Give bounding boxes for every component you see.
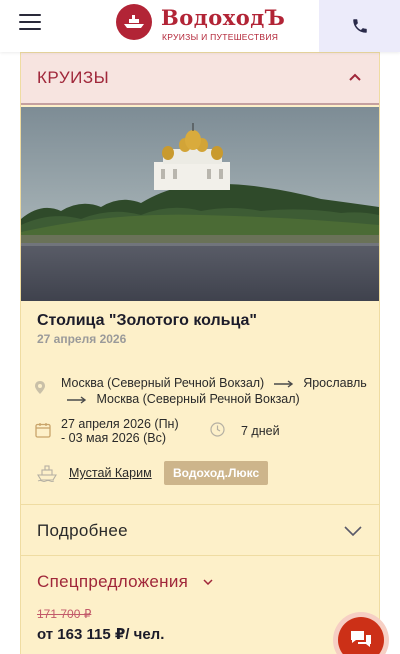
cruise-title[interactable]: Столица "Золотого кольца" (37, 312, 257, 330)
route-via: Ярославль (303, 376, 367, 390)
logo-subtitle: КРУИЗЫ И ПУТЕШЕСТВИЯ (162, 32, 279, 42)
cruise-photo[interactable] (21, 107, 379, 301)
arrow-right-icon (273, 380, 293, 388)
hamburger-menu-icon[interactable] (19, 14, 41, 32)
details-label: Подробнее (37, 521, 128, 540)
cruises-section-label: КРУИЗЫ (37, 68, 110, 87)
special-offers-toggle[interactable]: Спецпредложения (37, 572, 213, 592)
special-offers-label: Спецпредложения (37, 572, 189, 591)
cruise-dates-row: 27 апреля 2026 (Пн) - 03 мая 2026 (Вс) 7… (35, 417, 375, 451)
old-price: 171 700 ₽ (37, 607, 92, 621)
clock-icon (210, 422, 225, 437)
app-header: ВодоходЪ КРУИЗЫ И ПУТЕШЕСТВИЯ (0, 0, 400, 52)
cruise-card: КРУИЗЫ Столица "Золотого кольца" 27 апре… (20, 52, 380, 654)
details-toggle[interactable]: Подробнее (21, 504, 379, 556)
chat-bubbles-icon (351, 631, 371, 647)
cruises-section-header[interactable]: КРУИЗЫ (21, 53, 379, 105)
ship-class-badge: Водоход.Люкс (164, 461, 269, 485)
current-price: от 163 115 ₽/ чел. (37, 626, 165, 643)
ship-row: Мустай Карим Водоход.Люкс (35, 460, 375, 486)
phone-button[interactable] (319, 0, 400, 52)
route-from: Москва (Северный Речной Вокзал) (61, 376, 265, 390)
logo-title: ВодоходЪ (161, 5, 286, 30)
chevron-down-icon (203, 579, 213, 585)
chat-button[interactable] (333, 612, 389, 654)
ship-logo-icon (116, 4, 152, 40)
cruise-start-date: 27 апреля 2026 (37, 332, 127, 346)
ship-icon (37, 465, 57, 482)
cruise-dates-start: 27 апреля 2026 (Пн) (61, 417, 179, 431)
cruise-duration: 7 дней (241, 424, 280, 438)
brand-logo[interactable]: ВодоходЪ КРУИЗЫ И ПУТЕШЕСТВИЯ (116, 4, 285, 44)
route-to: Москва (Северный Речной Вокзал) (96, 392, 300, 406)
calendar-icon (35, 423, 51, 438)
arrow-right-icon (67, 396, 87, 404)
location-pin-icon (35, 381, 45, 394)
cruise-dates: 27 апреля 2026 (Пн) - 03 мая 2026 (Вс) (61, 417, 179, 445)
phone-icon (352, 19, 367, 33)
chevron-up-icon (349, 73, 361, 81)
cruise-dates-end: - 03 мая 2026 (Вс) (61, 431, 166, 445)
chevron-down-icon (344, 526, 362, 536)
ship-name-link[interactable]: Мустай Карим (69, 466, 152, 480)
